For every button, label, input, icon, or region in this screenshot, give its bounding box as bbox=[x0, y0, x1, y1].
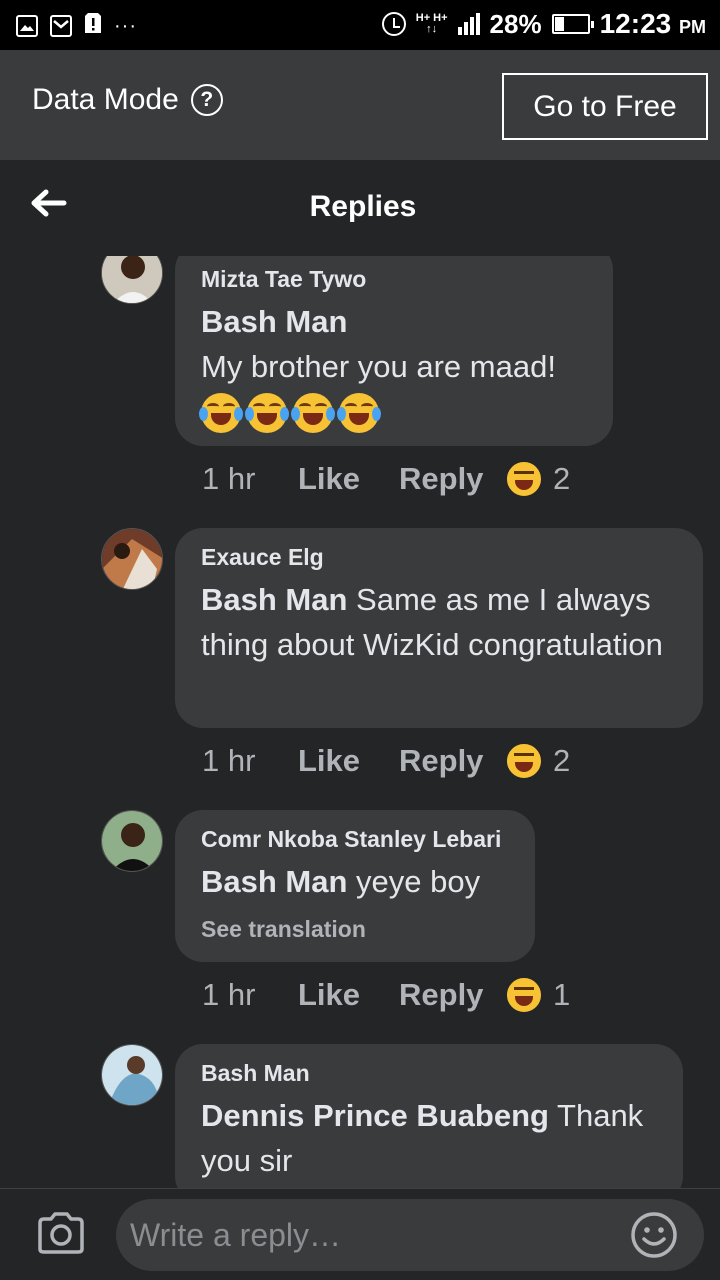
reaction-count[interactable]: 2 bbox=[553, 743, 570, 779]
help-icon[interactable]: ? bbox=[190, 84, 223, 116]
avatar[interactable] bbox=[101, 256, 163, 304]
sim-alert-icon bbox=[84, 12, 102, 39]
reply-input[interactable] bbox=[116, 1199, 704, 1271]
mention[interactable]: Bash Man bbox=[201, 864, 347, 899]
comment-author[interactable]: Comr Nkoba Stanley Lebari bbox=[201, 826, 509, 853]
comment-text: Bash Man yeye boy bbox=[201, 864, 481, 899]
comment-time: 1 hr bbox=[202, 977, 256, 1012]
haha-reaction-icon[interactable] bbox=[505, 742, 543, 780]
tears-of-joy-icon bbox=[291, 393, 335, 433]
comment-bubble[interactable]: Exauce Elg Bash Man Same as me I always … bbox=[175, 528, 703, 728]
avatar[interactable] bbox=[101, 810, 163, 872]
haha-reaction-icon[interactable] bbox=[505, 976, 543, 1014]
status-bar-system: H+ H+ ↑↓ 28% 12:23 PM bbox=[381, 8, 706, 40]
comment-time: 1 hr bbox=[202, 743, 256, 778]
tears-of-joy-icon bbox=[337, 393, 381, 433]
comment-actions: 1 hr Like Reply 1 bbox=[202, 976, 570, 1014]
tears-of-joy-icon bbox=[199, 393, 243, 433]
reaction-count[interactable]: 1 bbox=[553, 977, 570, 1013]
gmail-icon bbox=[50, 14, 72, 37]
comment-author[interactable]: Bash Man bbox=[201, 1060, 657, 1087]
haha-reaction-icon[interactable] bbox=[505, 460, 543, 498]
reaction-count[interactable]: 2 bbox=[553, 461, 570, 497]
data-mode-banner: Data Mode ? Go to Free bbox=[0, 50, 720, 160]
reply-button[interactable]: Reply bbox=[399, 743, 505, 779]
comment-actions: 1 hr Like Reply 2 bbox=[202, 742, 570, 780]
more-notifications-icon: ··· bbox=[114, 14, 137, 37]
comment-bubble[interactable]: Comr Nkoba Stanley Lebari Bash Man yeye … bbox=[175, 810, 535, 962]
network-type: H+ H+ ↑↓ bbox=[415, 12, 448, 35]
like-button[interactable]: Like bbox=[298, 461, 399, 497]
mention[interactable]: Bash Man bbox=[201, 304, 347, 339]
replies-list[interactable]: Mizta Tae Tywo Bash Man My brother you a… bbox=[0, 256, 720, 1188]
alarm-icon bbox=[381, 12, 406, 36]
comment-bubble[interactable]: Mizta Tae Tywo Bash Man My brother you a… bbox=[175, 256, 613, 446]
status-bar-notifications: ··· bbox=[16, 12, 137, 39]
like-button[interactable]: Like bbox=[298, 743, 399, 779]
status-bar: ··· H+ H+ ↑↓ 28% 12:23 PM bbox=[0, 0, 720, 50]
comment-text: Bash Man Same as me I always thing about… bbox=[201, 582, 663, 662]
see-translation-link[interactable]: See translation bbox=[201, 916, 509, 943]
comment-actions: 1 hr Like Reply 2 bbox=[202, 460, 570, 498]
tears-of-joy-icon bbox=[245, 393, 289, 433]
reply-button[interactable]: Reply bbox=[399, 977, 505, 1013]
reply-composer bbox=[0, 1188, 720, 1280]
replies-header: Replies bbox=[0, 160, 720, 256]
clock: 12:23 PM bbox=[599, 8, 706, 39]
camera-icon[interactable] bbox=[36, 1211, 86, 1255]
avatar[interactable] bbox=[101, 528, 163, 590]
battery-percent: 28% bbox=[489, 8, 542, 39]
crying-laughing-emojis bbox=[199, 393, 587, 433]
comment-text: Bash Man My brother you are maad! bbox=[201, 304, 556, 384]
emoji-icon[interactable] bbox=[630, 1211, 678, 1259]
avatar[interactable] bbox=[101, 1044, 163, 1106]
comment-time: 1 hr bbox=[202, 461, 256, 496]
signal-icon bbox=[457, 13, 480, 35]
mention[interactable]: Bash Man bbox=[201, 582, 347, 617]
reply-button[interactable]: Reply bbox=[399, 461, 505, 497]
gallery-icon bbox=[16, 14, 38, 37]
data-mode-label: Data Mode ? bbox=[32, 83, 223, 117]
comment-bubble[interactable]: Bash Man Dennis Prince Buabeng Thank you… bbox=[175, 1044, 683, 1188]
mention[interactable]: Dennis Prince Buabeng bbox=[201, 1098, 549, 1133]
go-to-free-button[interactable]: Go to Free bbox=[502, 73, 708, 140]
comment-text: Dennis Prince Buabeng Thank you sir bbox=[201, 1098, 644, 1178]
like-button[interactable]: Like bbox=[298, 977, 399, 1013]
battery-icon bbox=[551, 14, 594, 34]
page-title: Replies bbox=[309, 190, 417, 223]
comment-author[interactable]: Mizta Tae Tywo bbox=[201, 266, 587, 293]
comment-author[interactable]: Exauce Elg bbox=[201, 544, 677, 571]
